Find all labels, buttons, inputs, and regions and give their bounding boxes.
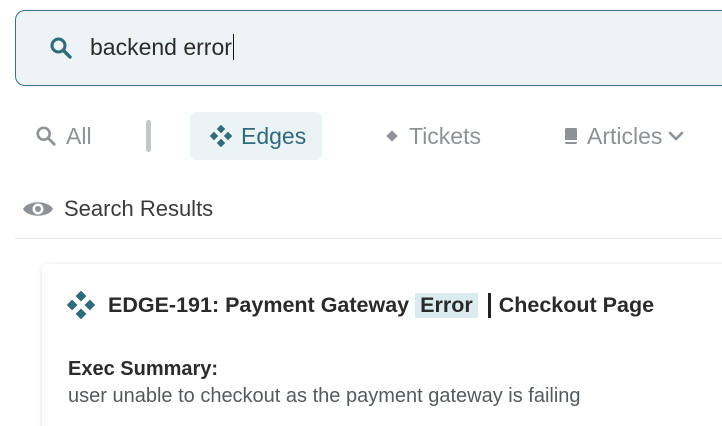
filter-tabs: All Edges Tickets Articles: [0, 112, 722, 160]
result-title-prefix: EDGE-191: Payment Gateway: [108, 292, 410, 317]
results-header-label: Search Results: [64, 196, 214, 221]
summary-label: Exec Summary:: [68, 358, 219, 380]
title-separator: [487, 292, 491, 318]
eye-icon: [22, 198, 54, 220]
book-icon: [564, 127, 578, 145]
chevron-down-icon: [668, 130, 684, 142]
search-query-value: backend error: [90, 34, 232, 60]
tab-edges[interactable]: Edges: [190, 112, 322, 160]
tab-tickets[interactable]: Tickets: [384, 112, 481, 160]
result-title-suffix: Checkout Page: [498, 292, 655, 317]
tab-label: All: [66, 122, 92, 149]
search-query-text: backend error: [90, 34, 235, 61]
search-icon: [35, 125, 57, 147]
result-title[interactable]: EDGE-191: Payment Gateway Error Checkout…: [67, 288, 654, 322]
edges-icon: [67, 291, 95, 319]
result-card[interactable]: EDGE-191: Payment Gateway Error Checkout…: [42, 264, 722, 426]
tab-all[interactable]: All: [35, 112, 92, 160]
tab-label: Tickets: [409, 122, 481, 149]
tab-articles[interactable]: Articles: [564, 112, 684, 160]
text-cursor: [232, 34, 235, 60]
tab-label: Edges: [241, 122, 307, 149]
diamond-icon: [384, 128, 400, 144]
tab-divider: [146, 120, 151, 152]
search-input[interactable]: backend error: [15, 10, 722, 86]
results-header: Search Results: [22, 194, 213, 224]
divider: [15, 238, 722, 239]
edges-icon: [210, 125, 232, 147]
tab-label: Articles: [587, 122, 663, 149]
search-highlight: Error: [415, 292, 478, 318]
search-icon: [49, 36, 73, 60]
summary-text: user unable to checkout as the payment g…: [68, 385, 581, 407]
search-page: backend error All Edges Tickets Articles…: [0, 0, 722, 426]
